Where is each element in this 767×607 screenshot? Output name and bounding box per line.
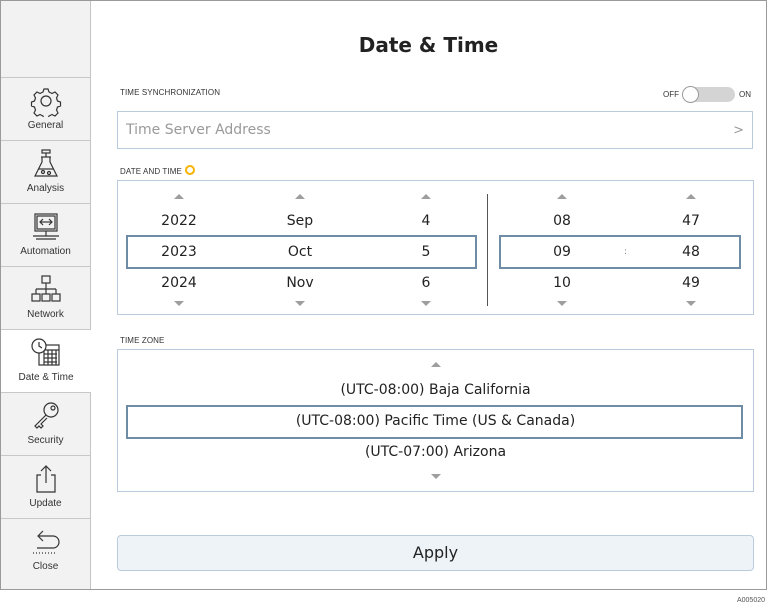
- network-tree-icon: [30, 275, 61, 302]
- time-selection-frame: [499, 235, 741, 269]
- toggle-knob: [682, 85, 699, 103]
- year-up-arrow-icon[interactable]: [174, 194, 184, 199]
- toggle-off-label: OFF: [663, 89, 679, 99]
- time-zone-option[interactable]: (UTC-08:00) Baja California: [118, 382, 753, 398]
- minute-up-arrow-icon[interactable]: [686, 194, 696, 199]
- sidebar-header: [1, 1, 90, 78]
- sidebar-item-label: General: [27, 120, 64, 131]
- sidebar-item-label: Close: [32, 561, 59, 572]
- time-zone-up-arrow-icon[interactable]: [431, 362, 441, 367]
- time-server-address-input[interactable]: Time Server Address >: [117, 111, 753, 149]
- key-icon: [33, 402, 59, 429]
- page-title: Date & Time: [358, 33, 499, 57]
- minute-down-arrow-icon[interactable]: [686, 301, 696, 306]
- time-sync-section-label: TIME SYNCHRONIZATION: [120, 88, 221, 97]
- apply-button[interactable]: Apply: [117, 535, 754, 571]
- year-option[interactable]: 2024: [134, 275, 224, 291]
- chevron-right-icon: >: [733, 122, 744, 138]
- hour-down-arrow-icon[interactable]: [557, 301, 567, 306]
- sidebar-item-general[interactable]: General: [1, 78, 90, 141]
- sidebar-item-label: Update: [29, 498, 62, 509]
- gear-icon: [30, 88, 61, 117]
- day-option[interactable]: 6: [381, 275, 471, 291]
- hour-option[interactable]: 10: [517, 275, 607, 291]
- time-zone-selected[interactable]: (UTC-08:00) Pacific Time (US & Canada): [118, 413, 753, 429]
- time-server-placeholder: Time Server Address: [126, 122, 271, 138]
- sidebar-item-close[interactable]: Close: [1, 519, 90, 582]
- sidebar-item-label: Security: [27, 435, 64, 446]
- status-indicator-icon: [184, 165, 195, 175]
- month-down-arrow-icon[interactable]: [295, 301, 305, 306]
- month-up-arrow-icon[interactable]: [295, 194, 305, 199]
- month-option[interactable]: Nov: [255, 275, 345, 291]
- upload-icon: [35, 465, 56, 493]
- flask-icon: [33, 149, 58, 177]
- year-option[interactable]: 2022: [134, 213, 224, 229]
- calendar-clock-icon: [31, 338, 60, 366]
- sidebar-item-analysis[interactable]: Analysis: [1, 141, 90, 204]
- sidebar-item-label: Automation: [20, 246, 71, 257]
- time-zone-section-label: TIME ZONE: [120, 336, 165, 345]
- toggle-on-label: ON: [739, 89, 751, 99]
- minute-option[interactable]: 47: [646, 213, 736, 229]
- sidebar-item-date-time[interactable]: Date & Time: [1, 330, 91, 393]
- sidebar-item-label: Date & Time: [18, 372, 74, 383]
- day-up-arrow-icon[interactable]: [421, 194, 431, 199]
- date-selection-frame: [126, 235, 477, 269]
- date-time-section-label: DATE AND TIME: [120, 165, 195, 176]
- date-time-divider: [487, 194, 488, 306]
- sidebar-item-security[interactable]: Security: [1, 393, 90, 456]
- hour-up-arrow-icon[interactable]: [557, 194, 567, 199]
- day-option[interactable]: 4: [381, 213, 471, 229]
- time-zone-option[interactable]: (UTC-07:00) Arizona: [118, 444, 753, 460]
- sidebar-item-label: Analysis: [26, 183, 65, 194]
- sidebar-item-automation[interactable]: Automation: [1, 204, 90, 267]
- day-down-arrow-icon[interactable]: [421, 301, 431, 306]
- sidebar-item-label: Network: [27, 309, 64, 320]
- minute-option[interactable]: 49: [646, 275, 736, 291]
- time-zone-down-arrow-icon[interactable]: [431, 474, 441, 479]
- date-time-label-text: DATE AND TIME: [120, 167, 182, 176]
- hour-option[interactable]: 08: [517, 213, 607, 229]
- sidebar: General Analysis Automation Network Date…: [1, 1, 91, 589]
- return-arrow-icon: [32, 530, 60, 554]
- monitor-arrows-icon: [32, 213, 59, 240]
- settings-window: General Analysis Automation Network Date…: [0, 0, 767, 590]
- sidebar-item-update[interactable]: Update: [1, 456, 90, 519]
- sidebar-item-network[interactable]: Network: [1, 267, 90, 330]
- time-sync-toggle[interactable]: [682, 85, 735, 103]
- figure-code: A005020: [736, 597, 765, 604]
- year-down-arrow-icon[interactable]: [174, 301, 184, 306]
- month-option[interactable]: Sep: [255, 213, 345, 229]
- time-sync-toggle-group: OFF ON: [663, 85, 751, 103]
